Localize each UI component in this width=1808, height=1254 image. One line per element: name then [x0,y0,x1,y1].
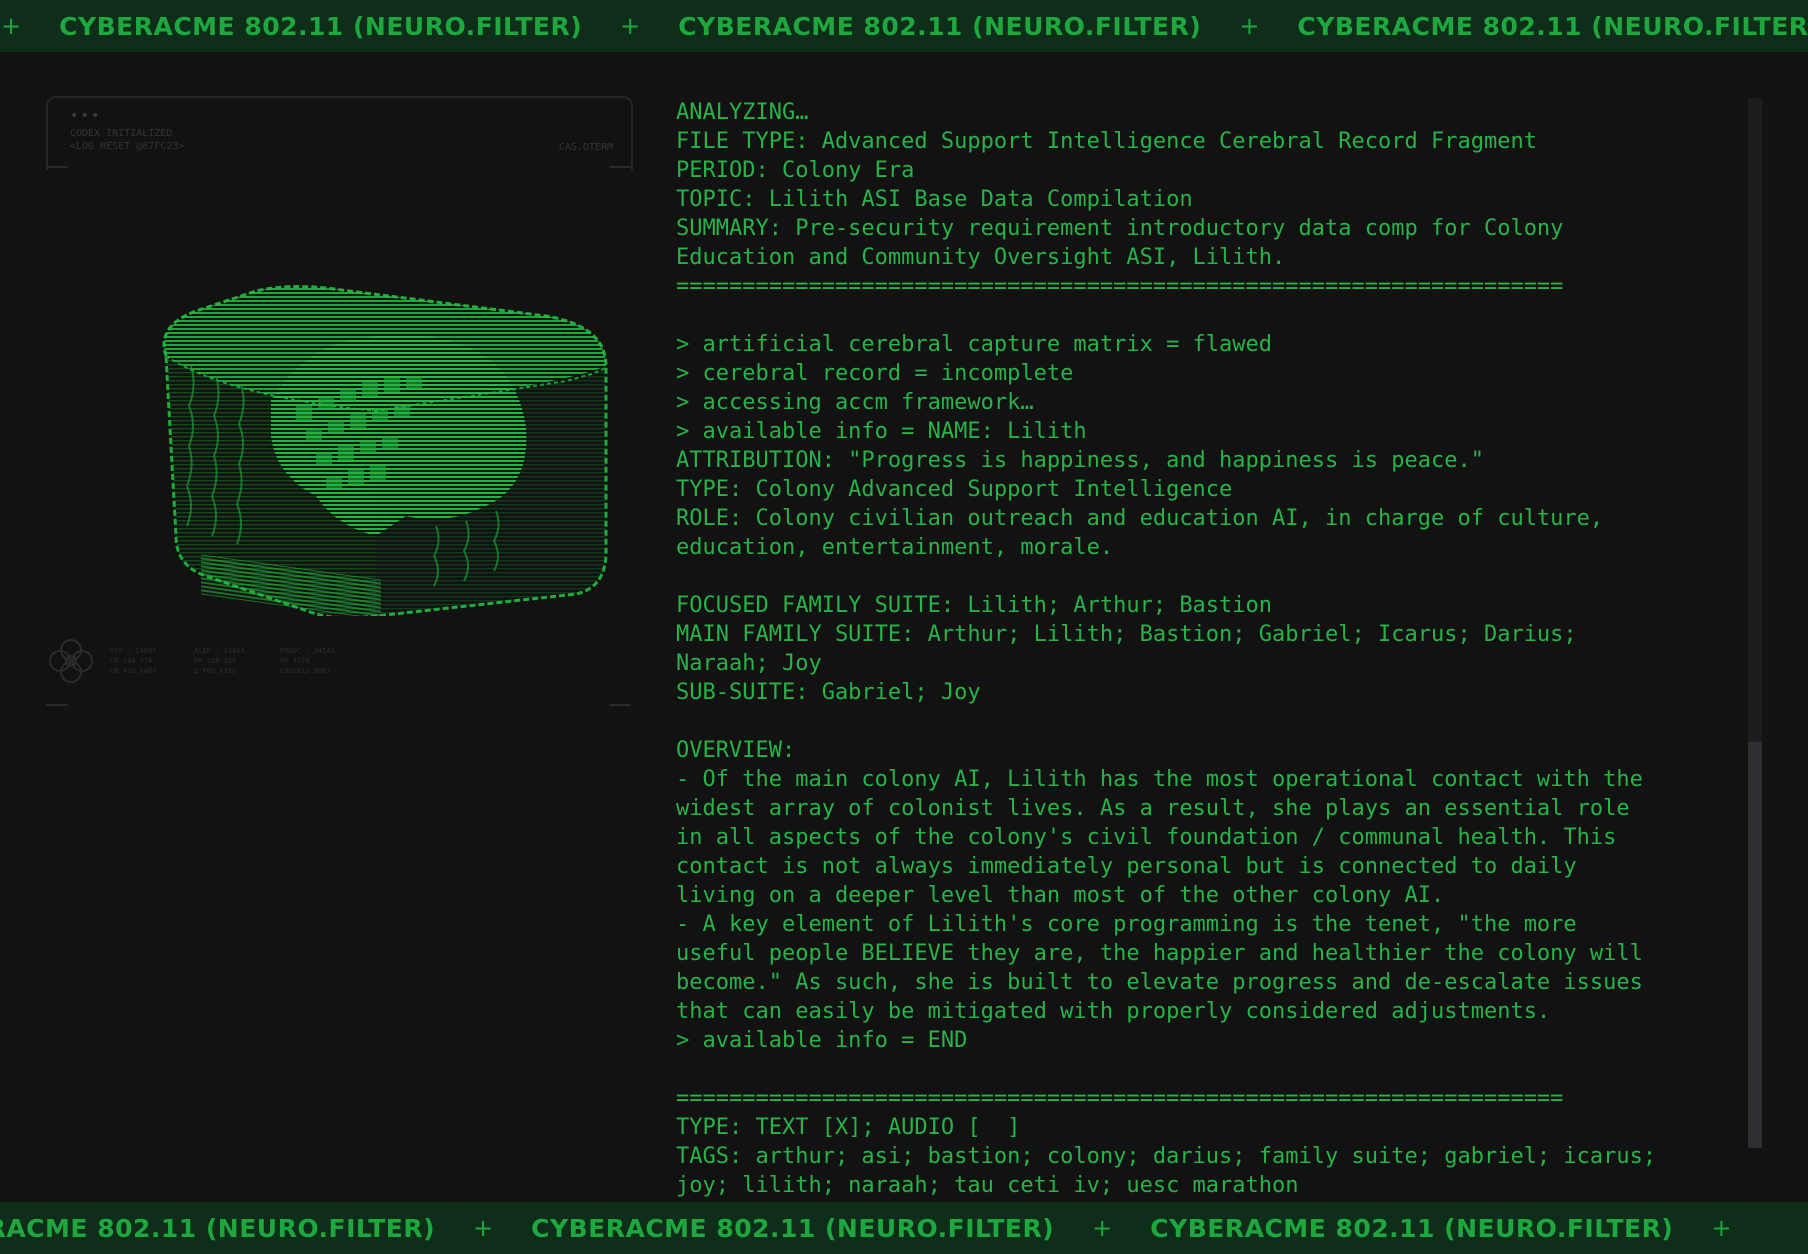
terminal-line: > accessing accm framework… [676,390,1034,415]
scrollbar-thumb[interactable] [1748,742,1762,1148]
terminal-line: FOCUSED FAMILY SUITE: Lilith; Arthur; Ba… [676,593,1273,618]
terminal-line: living on a deeper level than most of th… [676,883,1445,908]
terminal-line: ========================================… [676,1086,1564,1111]
terminal-line: useful people BELIEVE they are, the happ… [676,941,1643,966]
plus-separator-icon: + [620,12,641,40]
bottom-banner: CYBERACME 802.11 (NEURO.FILTER) + CYBERAC… [0,1202,1808,1254]
terminal-line: Education and Community Oversight ASI, L… [676,245,1286,270]
panel-frame: ••• CODEX INITIALIZED <LOG RESET @87FC23… [46,96,633,170]
frame-tick [609,166,631,168]
banner-text: CYBERACME 802.11 (NEURO.FILTER) [1297,11,1808,41]
terminal-line: that can easily be mitigated with proper… [676,999,1551,1024]
terminal-line: ATTRIBUTION: "Progress is happiness, and… [676,448,1484,473]
terminal-line: joy; lilith; naraah; tau ceti iv; uesc m… [676,1173,1299,1198]
log-reset: <LOG RESET @87FC23> [70,141,185,152]
footer-text: CR 144 374 [110,657,153,665]
footer-text: D-PRO 8320 [194,667,237,675]
footer-text: PR 4778 [280,657,310,665]
terminal-line: OVERVIEW: [676,738,796,763]
terminal-line: SUB-SUITE: Gabriel; Joy [676,680,981,705]
plus-separator-icon: + [473,1214,494,1242]
footer-text: CODEX12 8887 [280,667,331,675]
terminal-line: - A key element of Lilith's core program… [676,912,1577,937]
terminal-line: in all aspects of the colony's civil fou… [676,825,1617,850]
terminal-line: > artificial cerebral capture matrix = f… [676,332,1273,357]
terminal-line: PERIOD: Colony Era [676,158,915,183]
terminal-line: ANALYZING… [676,100,809,125]
terminal-line: > cerebral record = incomplete [676,361,1074,386]
banner-text: CYBERACME 802.11 (NEURO.FILTER) [531,1213,1055,1243]
banner-text: CYBERACME 802.11 (NEURO.FILTER) [0,1213,436,1243]
terminal-line: - Of the main colony AI, Lilith has the … [676,767,1643,792]
banner-text: CYBERACME 802.11 (NEURO.FILTER) [678,11,1202,41]
footer-text: ACEE : 13444 [194,647,245,655]
terminal-line: contact is not always immediately person… [676,854,1577,879]
panel-tag: CAS.QTERM [558,142,613,153]
banner-text: CYBERACME 802.11 (NEURO.FILTER) [1150,1213,1674,1243]
footer-text: SYS : 14897 [110,647,157,655]
plus-separator-icon: + [1,12,22,40]
terminal-line: ========================================… [676,274,1564,299]
terminal-line: ROLE: Colony civilian outreach and educa… [676,506,1604,531]
plus-separator-icon: + [1092,1214,1113,1242]
terminal-line: widest array of colonist lives. As a res… [676,796,1630,821]
footer-col-2: ACEE : 13444 PR 128 334 D-PRO 8320 [194,646,245,676]
banner-track: CYBERACME 802.11 (NEURO.FILTER) + CYBERAC… [0,0,1808,52]
footer-text: FRAGC : 34543 [280,647,335,655]
codex-status: CODEX INITIALIZED [70,128,173,139]
hologram-panel: ••• CODEX INITIALIZED <LOG RESET @87FC23… [46,96,633,706]
terminal-line: > available info = END [676,1028,968,1053]
terminal-line: FILE TYPE: Advanced Support Intelligence… [676,129,1537,154]
footer-text: CR 432 8487 [110,667,157,675]
terminal-line: > available info = NAME: Lilith [676,419,1087,444]
terminal-line: MAIN FAMILY SUITE: Arthur; Lilith; Basti… [676,622,1577,647]
terminal-line: TYPE: Colony Advanced Support Intelligen… [676,477,1233,502]
window-dots: ••• [70,108,102,124]
footer-col-1: SYS : 14897 CR 144 374 CR 432 8487 [110,646,156,676]
terminal-text: ANALYZING… FILE TYPE: Advanced Support In… [676,98,1736,1200]
banner-text: CYBERACME 802.11 (NEURO.FILTER) [59,11,583,41]
panel-footer: SYS : 14897 CR 144 374 CR 432 8487 ACEE … [46,636,631,706]
terminal-line: TAGS: arthur; asi; bastion; colony; dari… [676,1144,1657,1169]
terminal-line: education, entertainment, morale. [676,535,1114,560]
footer-col-3: FRAGC : 34543 PR 4778 CODEX12 8887 [280,646,335,676]
footer-text: PR 128 334 [194,657,237,665]
terminal-line: TOPIC: Lilith ASI Base Data Compilation [676,187,1193,212]
terminal-line: TYPE: TEXT [X]; AUDIO [ ] [676,1115,1021,1140]
terminal-line: become." As such, she is built to elevat… [676,970,1643,995]
terminal-output[interactable]: ANALYZING… FILE TYPE: Advanced Support In… [676,98,1736,1202]
cube-hologram-icon [162,285,608,616]
top-banner: CYBERACME 802.11 (NEURO.FILTER) + CYBERAC… [0,0,1808,52]
banner-track: CYBERACME 802.11 (NEURO.FILTER) + CYBERAC… [0,1202,1769,1254]
plus-separator-icon: + [1239,12,1260,40]
terminal-line: SUMMARY: Pre-security requirement introd… [676,216,1564,241]
frame-tick [46,166,68,168]
terminal-line: Naraah; Joy [676,651,822,676]
flower-emblem-icon [49,639,93,683]
plus-separator-icon: + [1711,1214,1732,1242]
